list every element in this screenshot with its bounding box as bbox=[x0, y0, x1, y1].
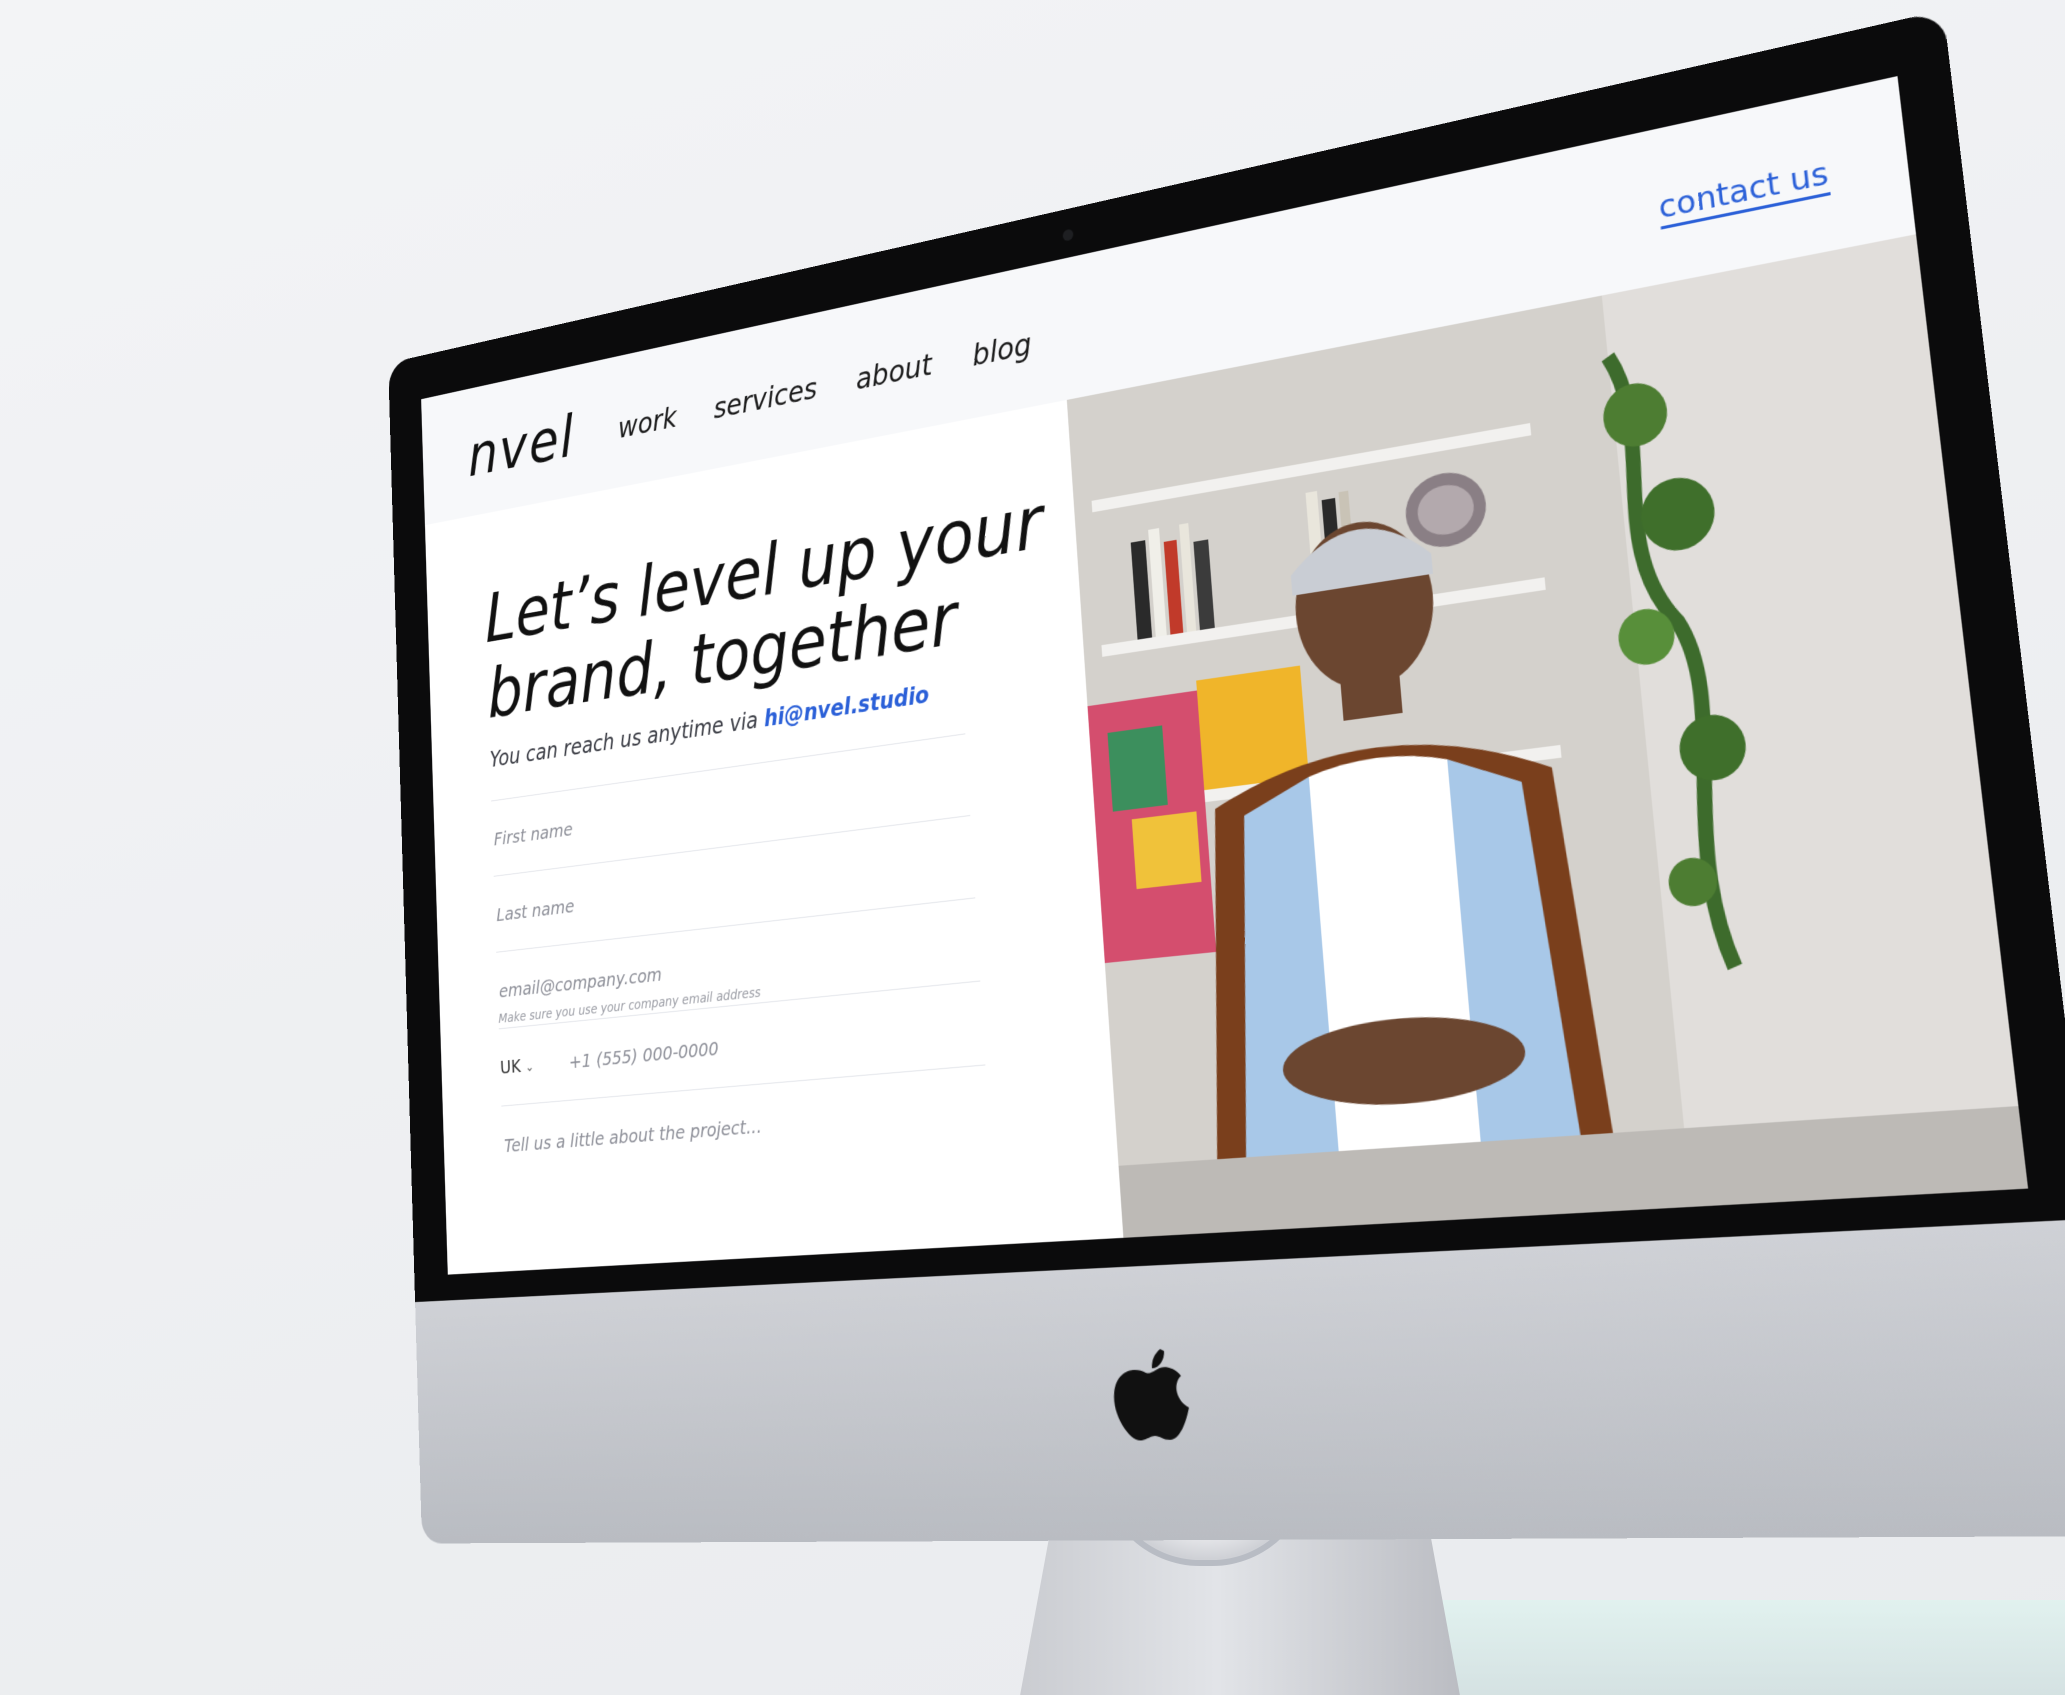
message-field[interactable] bbox=[502, 1094, 993, 1158]
nav-item-blog[interactable]: blog bbox=[971, 326, 1032, 373]
nav-item-about[interactable]: about bbox=[855, 347, 933, 397]
monitor-bezel: nvel work services about blog contact us… bbox=[388, 10, 2065, 1303]
monitor-perspective: nvel work services about blog contact us… bbox=[0, 0, 2065, 1695]
imac-monitor: nvel work services about blog contact us… bbox=[388, 10, 2065, 1544]
phone-field[interactable] bbox=[566, 1011, 979, 1075]
hero-headline: Let’s level up your brand, together bbox=[484, 479, 1066, 732]
contact-panel: Let’s level up your brand, together You … bbox=[424, 399, 1124, 1275]
scene: nvel work services about blog contact us… bbox=[0, 0, 2065, 1695]
apple-icon bbox=[1112, 1348, 1192, 1442]
reach-email-link[interactable]: hi@nvel.studio bbox=[763, 681, 929, 732]
site-logo[interactable]: nvel bbox=[467, 402, 576, 490]
nav-item-work[interactable]: work bbox=[617, 400, 677, 445]
camera-icon bbox=[1062, 228, 1074, 242]
contact-form: Make sure you use your company email add… bbox=[491, 733, 993, 1184]
country-code-value: UK bbox=[499, 1054, 522, 1079]
hero-photo bbox=[1066, 234, 2029, 1238]
contact-us-link[interactable]: contact us bbox=[1657, 155, 1830, 226]
screen: nvel work services about blog contact us… bbox=[421, 76, 2029, 1275]
nav-item-services[interactable]: services bbox=[713, 371, 818, 426]
person-photo-illustration bbox=[1066, 234, 2029, 1238]
chevron-down-icon: ⌄ bbox=[524, 1059, 535, 1076]
country-code-select[interactable]: UK ⌄ bbox=[499, 1053, 535, 1079]
